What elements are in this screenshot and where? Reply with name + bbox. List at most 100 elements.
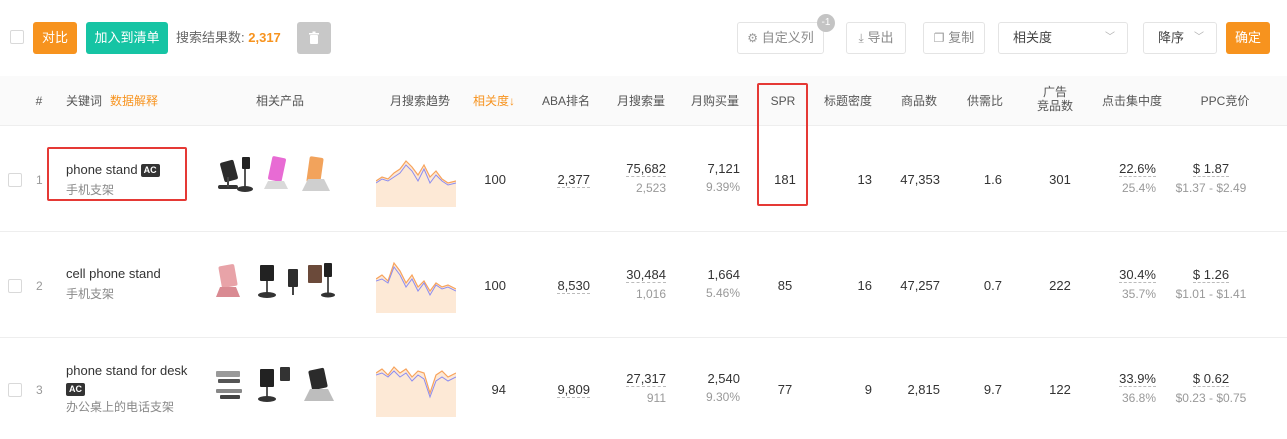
result-count-value: 2,317 (248, 30, 281, 45)
customize-count-badge: -1 (817, 14, 835, 32)
sort-order-select[interactable]: 降序 ﹀ (1143, 22, 1217, 54)
col-keyword: 关键词 数据解释 (66, 94, 158, 108)
monthly-search-daily: 1,016 (635, 287, 666, 301)
col-ad-products-line1: 广告 (1042, 85, 1067, 99)
col-ad-products[interactable]: 广告 竞品数 (1030, 85, 1080, 113)
row-checkbox[interactable] (8, 383, 22, 397)
col-monthly-purchase[interactable]: 月购买量 (684, 94, 746, 108)
click-conc-value[interactable]: 33.9% (1119, 371, 1156, 387)
product-images (218, 156, 330, 192)
col-products: 相关产品 (255, 94, 304, 108)
product-images (216, 263, 335, 298)
export-label: 导出 (867, 30, 894, 45)
relevance-value: 94 (491, 382, 506, 397)
col-ppc-bid[interactable]: PPC竞价 (1180, 94, 1270, 108)
trend-sparkline[interactable] (375, 147, 457, 207)
click-conc-value[interactable]: 22.6% (1119, 161, 1156, 177)
ppc-cell: $ 1.87 $1.37 - $2.49 (1168, 161, 1254, 195)
col-product-count[interactable]: 商品数 (892, 94, 946, 108)
monthly-purchase-value: 1,664 (707, 267, 740, 282)
keyword-cell: phone stand AC 手机支架 (66, 160, 160, 200)
table-row[interactable]: 2 cell phone stand 手机支架 100 8,530 30,484 (0, 233, 1287, 338)
purchase-rate-value: 9.39% (705, 180, 740, 194)
keyword-text[interactable]: phone stand for desk (66, 361, 187, 381)
row-checkbox[interactable] (8, 173, 22, 187)
copy-icon: ❐ (933, 31, 945, 45)
trash-icon (309, 31, 319, 44)
ac-badge: AC (66, 383, 85, 397)
trend-sparkline[interactable] (375, 357, 457, 417)
chevron-down-icon: ﹀ (1105, 32, 1115, 43)
monthly-search-value[interactable]: 27,317 (626, 371, 666, 387)
aba-rank-value: 8,530 (557, 278, 590, 294)
monthly-purchase-cell: 2,540 9.30% (686, 371, 740, 404)
monthly-search-cell: 27,317 911 (612, 371, 666, 405)
product-count-value: 47,353 (900, 172, 940, 187)
sort-field-value: 相关度 (1013, 30, 1053, 45)
col-relevance-label: 相关度 (472, 94, 509, 108)
ppc-cell: $ 0.62 $0.23 - $0.75 (1168, 371, 1254, 405)
ppc-value[interactable]: $ 0.62 (1192, 371, 1230, 387)
ad-products-value: 301 (1049, 172, 1071, 187)
relevance-value: 100 (484, 172, 506, 187)
supply-demand-value: 9.7 (983, 382, 1002, 397)
row-index: 1 (36, 173, 43, 187)
title-density-value: 9 (864, 382, 872, 397)
monthly-search-value[interactable]: 30,484 (626, 267, 666, 283)
delete-button[interactable] (297, 22, 331, 54)
monthly-search-daily: 911 (646, 391, 666, 405)
col-trend[interactable]: 月搜索趋势 (380, 94, 460, 108)
customize-columns-label: 自定义列 (761, 30, 814, 45)
product-thumbnails[interactable] (214, 363, 344, 409)
keyword-help-link[interactable]: 数据解释 (110, 94, 158, 108)
compare-button[interactable]: 对比 (33, 22, 77, 54)
customize-columns-button[interactable]: ⚙ 自定义列 (737, 22, 824, 54)
ppc-cell: $ 1.26 $1.01 - $1.41 (1168, 267, 1254, 301)
confirm-button[interactable]: 确定 (1226, 22, 1270, 54)
sort-order-value: 降序 (1158, 30, 1185, 45)
aba-rank-value: 9,809 (557, 382, 590, 398)
sort-field-select[interactable]: 相关度 ﹀ (998, 22, 1128, 54)
col-supply-demand[interactable]: 供需比 (960, 94, 1010, 108)
product-count-value: 2,815 (907, 382, 940, 397)
monthly-search-value[interactable]: 75,682 (626, 161, 666, 177)
row-checkbox[interactable] (8, 279, 22, 293)
col-aba-rank[interactable]: ABA排名 (536, 94, 596, 108)
ppc-range: $1.37 - $2.49 (1175, 181, 1247, 195)
export-button[interactable]: ⤓ 导出 (846, 22, 906, 54)
table-row[interactable]: 3 phone stand for desk AC 办公桌上的电话支架 94 9… (0, 339, 1287, 439)
trend-sparkline[interactable] (375, 253, 457, 313)
col-click-concentration[interactable]: 点击集中度 (1094, 94, 1170, 108)
keyword-cell: phone stand for desk AC 办公桌上的电话支架 (66, 361, 187, 417)
col-title-density[interactable]: 标题密度 (816, 94, 880, 108)
ppc-range: $0.23 - $0.75 (1175, 391, 1247, 405)
ad-products-value: 122 (1049, 382, 1071, 397)
copy-button[interactable]: ❐ 复制 (923, 22, 985, 54)
aba-rank-value: 2,377 (557, 172, 590, 188)
click-conc-sub: 35.7% (1121, 287, 1156, 301)
click-conc-value[interactable]: 30.4% (1119, 267, 1156, 283)
result-count-label: 搜索结果数: 2,317 (176, 22, 281, 54)
ppc-value[interactable]: $ 1.87 (1192, 161, 1230, 177)
ppc-value[interactable]: $ 1.26 (1192, 267, 1230, 283)
col-monthly-search[interactable]: 月搜索量 (610, 94, 672, 108)
col-keyword-label: 关键词 (66, 94, 103, 108)
select-all-checkbox[interactable] (10, 30, 24, 44)
col-spr[interactable]: SPR (763, 94, 803, 108)
keyword-text[interactable]: phone stand AC (66, 160, 160, 180)
spr-value: 77 (777, 382, 793, 397)
col-relevance[interactable]: 相关度↓ (466, 94, 522, 108)
product-thumbnails[interactable] (214, 153, 344, 199)
ppc-range: $1.01 - $1.41 (1175, 287, 1247, 301)
supply-demand-value: 0.7 (983, 278, 1002, 293)
row-index: 2 (36, 279, 43, 293)
monthly-search-cell: 30,484 1,016 (612, 267, 666, 301)
product-thumbnails[interactable] (214, 259, 344, 305)
table-row[interactable]: 1 phone stand AC 手机支架 100 2,377 75,682 2,… (0, 83, 1287, 232)
add-to-list-button[interactable]: 加入到清单 (86, 22, 168, 54)
trend-chart (375, 160, 457, 207)
monthly-purchase-value: 2,540 (707, 371, 740, 386)
keyword-text[interactable]: cell phone stand (66, 264, 161, 284)
click-conc-cell: 33.9% 36.8% (1102, 371, 1156, 405)
keyword-translation: 手机支架 (66, 183, 115, 197)
